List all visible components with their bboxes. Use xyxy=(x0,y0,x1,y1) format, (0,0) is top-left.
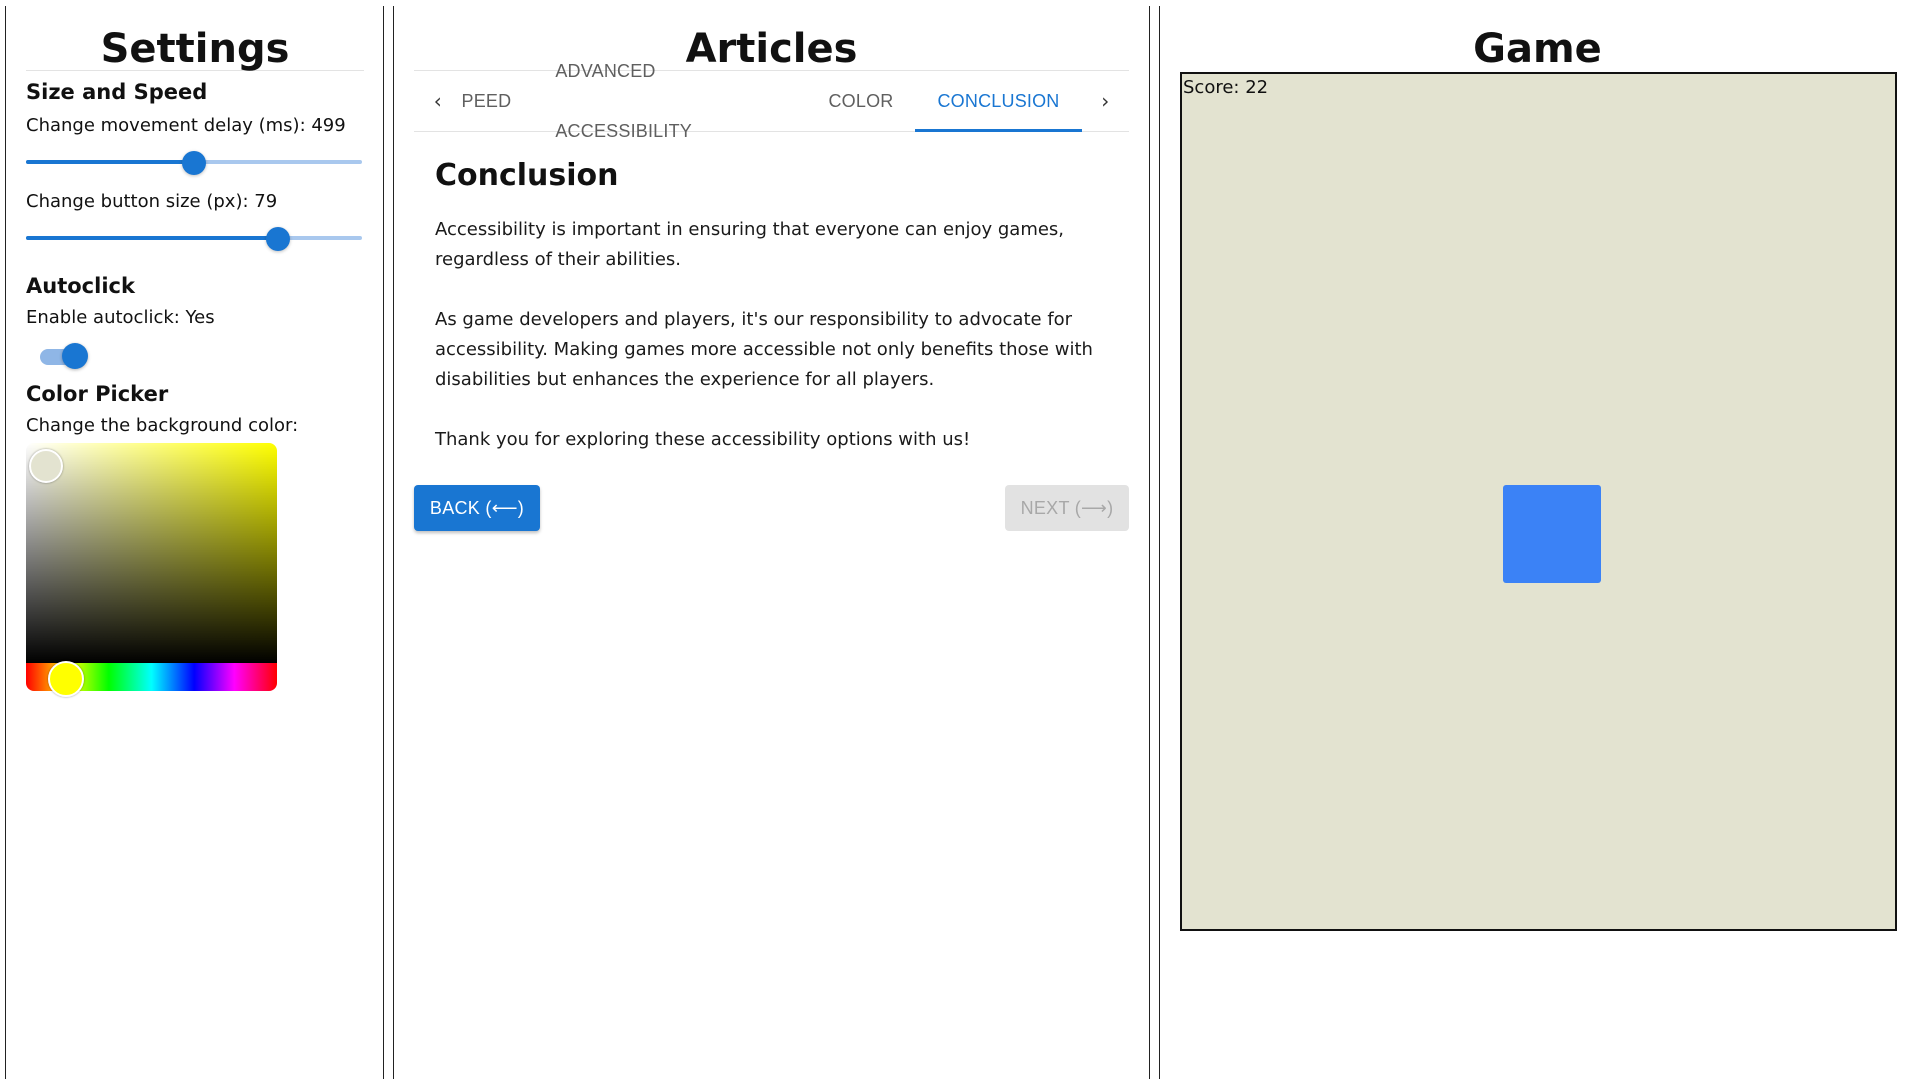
color-picker xyxy=(26,443,277,697)
tab-conclusion[interactable]: CONCLUSION xyxy=(915,71,1082,132)
game-panel: Game Score: 22 xyxy=(1180,20,1897,931)
article-paragraph: As game developers and players, it's our… xyxy=(435,309,1093,390)
slider-thumb[interactable] xyxy=(266,227,290,251)
game-target-button[interactable] xyxy=(1503,485,1601,583)
game-area[interactable]: Score: 22 xyxy=(1180,72,1897,931)
color-picker-label: Change the background color: xyxy=(26,415,299,436)
movement-delay-label: Change movement delay (ms): 499 xyxy=(26,115,346,136)
color-picker-heading: Color Picker xyxy=(26,382,169,406)
saturation-pointer[interactable] xyxy=(29,449,63,483)
settings-divider xyxy=(383,6,384,1079)
slider-thumb[interactable] xyxy=(182,151,206,175)
articles-divider-right xyxy=(1149,6,1150,1079)
article-navigation: BACK (⟵) NEXT (⟶) xyxy=(414,485,1129,531)
saturation-area[interactable] xyxy=(26,443,277,663)
next-button[interactable]: NEXT (⟶) xyxy=(1005,485,1129,531)
articles-divider-left xyxy=(393,6,394,1079)
tab-color[interactable]: COLOR xyxy=(806,71,915,131)
slider-track xyxy=(26,160,194,164)
article-content: Conclusion Accessibility is important in… xyxy=(414,158,1129,455)
article-paragraph: Accessibility is important in ensuring t… xyxy=(435,219,1065,270)
articles-panel: Articles ‹ PEED ADVANCED ACCESSIBILITY C… xyxy=(414,20,1129,531)
score-display: Score: 22 xyxy=(1183,77,1269,98)
tab-advanced-accessibility[interactable]: ADVANCED ACCESSIBILITY xyxy=(533,41,806,161)
left-border xyxy=(5,6,6,1079)
autoclick-label: Enable autoclick: Yes xyxy=(26,307,215,328)
article-heading: Conclusion xyxy=(435,158,619,193)
game-divider xyxy=(1159,6,1160,1079)
autoclick-toggle[interactable] xyxy=(40,341,94,371)
button-size-slider[interactable] xyxy=(26,225,362,251)
back-button[interactable]: BACK (⟵) xyxy=(414,485,540,531)
game-title: Game xyxy=(1473,26,1602,72)
autoclick-heading: Autoclick xyxy=(26,274,135,298)
tab-speed[interactable]: PEED xyxy=(462,71,534,131)
movement-delay-slider[interactable] xyxy=(26,149,362,175)
hue-slider[interactable] xyxy=(26,661,277,697)
size-speed-heading: Size and Speed xyxy=(26,80,208,104)
article-paragraph: Thank you for exploring these accessibil… xyxy=(435,429,971,450)
tab-scroll-left-icon[interactable]: ‹ xyxy=(414,71,462,131)
slider-track xyxy=(26,236,278,240)
settings-title: Settings xyxy=(26,20,364,72)
hue-pointer[interactable] xyxy=(48,661,84,697)
article-tabs: ‹ PEED ADVANCED ACCESSIBILITY COLOR CONC… xyxy=(414,61,1130,141)
tab-scroll-right-icon[interactable]: › xyxy=(1082,71,1130,131)
settings-panel: Settings Size and Speed Change movement … xyxy=(26,20,364,697)
toggle-knob xyxy=(62,343,88,369)
button-size-label: Change button size (px): 79 xyxy=(26,191,278,212)
